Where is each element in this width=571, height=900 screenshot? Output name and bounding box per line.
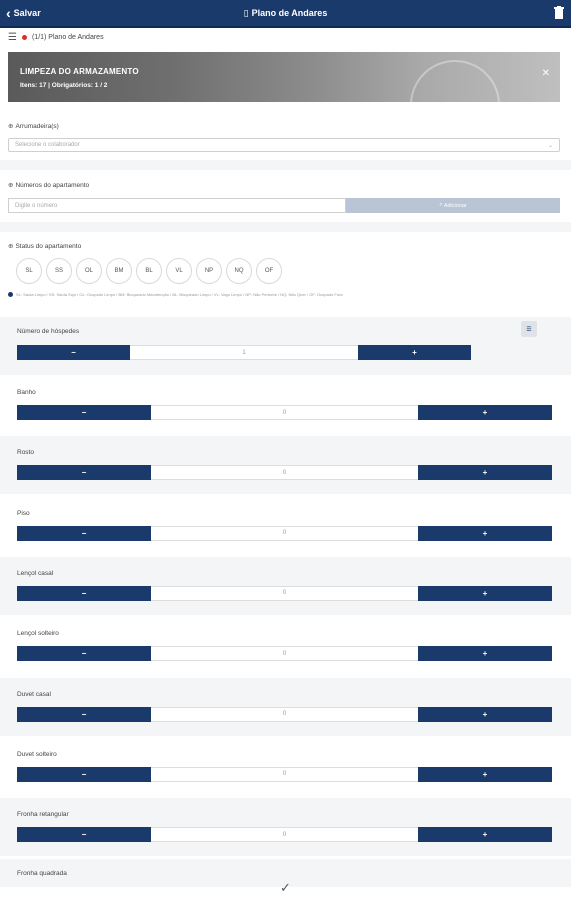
status-option-sl[interactable]: SL [16, 258, 42, 284]
guests-label: Número de hóspedes [17, 328, 80, 335]
decrement-button[interactable]: − [17, 827, 151, 843]
quantity-value[interactable]: 0 [151, 405, 418, 420]
increment-button[interactable]: + [418, 585, 552, 601]
page-title-text: Plano de Andares [251, 8, 328, 18]
decrement-button[interactable]: − [17, 405, 151, 420]
maid-select-placeholder: Selecione o colaborador [15, 142, 80, 148]
quantity-value[interactable]: 0 [151, 585, 418, 601]
top-bar: ‹ Salvar ▯ Plano de Andares [0, 0, 571, 28]
list-item: Lençol casal −0 + [0, 556, 571, 615]
save-back-button[interactable]: ‹ Salvar [6, 6, 41, 20]
list-item: Banho −0 + [0, 376, 571, 434]
list-item: Fronha retangular −0 + [0, 798, 571, 857]
trash-icon[interactable] [553, 6, 565, 20]
list-item: Rosto −0 + [0, 436, 571, 495]
status-option-ol[interactable]: OL [76, 258, 102, 284]
breadcrumb: ☰ (1/1) Plano de Andares [0, 28, 571, 46]
quantity-value[interactable]: 0 [151, 465, 418, 481]
item-label: Duvet solteiro [17, 750, 57, 758]
status-option-of[interactable]: OF [256, 258, 282, 284]
list-item: Piso −0 + [0, 496, 571, 555]
status-option-nq[interactable]: NQ [226, 258, 252, 284]
checklist-banner: LIMPEZA DO ARMAZAMENTO Itens: 17 | Obrig… [8, 52, 560, 102]
apartment-label: ⊕ Números do apartamento [8, 182, 90, 189]
save-label: Salvar [13, 8, 41, 18]
increment-button[interactable]: + [418, 405, 552, 420]
status-option-ss[interactable]: SS [46, 258, 72, 284]
guests-value[interactable]: 1 [130, 345, 358, 360]
decrement-button[interactable]: − [17, 766, 151, 782]
maid-label: ⊕ Arrumadeira(s) [8, 123, 59, 130]
increment-button[interactable]: + [418, 766, 552, 782]
status-option-bm[interactable]: BM [106, 258, 132, 284]
quantity-value[interactable]: 0 [151, 827, 418, 843]
item-label: Lençol casal [17, 569, 54, 577]
item-label: Fronha retangular [17, 811, 69, 819]
status-legend-text: SL: Saída Limpo / SS: Saída Sujo / OL: O… [16, 292, 343, 297]
list-icon[interactable]: ☰ [8, 32, 17, 43]
list-item: Duvet casal −0 + [0, 677, 571, 736]
guests-row: Número de hóspedes − 1 + ☰ [0, 317, 571, 375]
apartment-section: ⊕ Números do apartamento Digite o número … [8, 181, 560, 213]
item-label: Banho [17, 389, 36, 396]
quantity-value[interactable]: 0 [151, 766, 418, 782]
chevron-down-icon: ⌄ [547, 142, 553, 149]
info-icon [8, 292, 13, 297]
decrement-button[interactable]: − [17, 465, 151, 481]
decrement-button[interactable]: − [17, 706, 151, 722]
check-icon[interactable]: ✓ [280, 880, 291, 896]
item-label: Rosto [17, 449, 34, 457]
item-label: Duvet casal [17, 690, 51, 698]
status-options: SL SS OL BM BL VL NP NQ OF [16, 258, 560, 284]
increment-button[interactable]: + [418, 827, 552, 843]
section-divider [0, 160, 571, 170]
status-dot [21, 34, 27, 40]
document-icon: ▯ [243, 7, 249, 18]
status-option-bl[interactable]: BL [136, 258, 162, 284]
status-option-np[interactable]: NP [196, 258, 222, 284]
maid-section: ⊕ Arrumadeira(s) Selecione o colaborador … [8, 122, 560, 152]
chevron-left-icon: ‹ [6, 5, 11, 21]
increment-button[interactable]: + [418, 525, 552, 541]
maid-select[interactable]: Selecione o colaborador ⌄ [8, 138, 560, 152]
guests-increment-button[interactable]: + [358, 345, 471, 360]
increment-button[interactable]: + [418, 646, 552, 662]
guests-decrement-button[interactable]: − [17, 345, 130, 360]
list-item: Duvet solteiro −0 + [0, 737, 571, 796]
breadcrumb-text: (1/1) Plano de Andares [31, 33, 104, 41]
status-option-vl[interactable]: VL [166, 258, 192, 284]
last-item-label: Fronha quadrada [17, 870, 67, 877]
quantity-value[interactable]: 0 [151, 706, 418, 722]
decrement-button[interactable]: − [17, 525, 151, 541]
increment-button[interactable]: + [418, 706, 552, 722]
section-divider [0, 222, 571, 232]
quantity-value[interactable]: 0 [151, 525, 418, 541]
item-label: Lençol solteiro [17, 630, 59, 638]
status-section: ⊕ Status do apartamento SL SS OL BM BL VL NP NQ O… [8, 242, 560, 297]
add-apartment-button[interactable]: ⌕ Adicionar [346, 198, 560, 213]
item-label: Piso [17, 509, 30, 517]
decrement-button[interactable]: − [17, 585, 151, 601]
status-legend: SL: Saída Limpo / SS: Saída Sujo / OL: O… [8, 292, 560, 297]
page-title: ▯ Plano de Andares [244, 8, 328, 19]
apartment-number-input[interactable]: Digite o número [8, 198, 346, 213]
status-label: ⊕ Status do apartamento [8, 243, 82, 250]
quantity-value[interactable]: 0 [151, 646, 418, 662]
decrement-button[interactable]: − [17, 646, 151, 662]
close-icon[interactable]: ✕ [542, 68, 550, 79]
guests-filter-icon[interactable]: ☰ [521, 321, 537, 337]
list-item: Lençol solteiro −0 + [0, 617, 571, 676]
increment-button[interactable]: + [418, 465, 552, 481]
